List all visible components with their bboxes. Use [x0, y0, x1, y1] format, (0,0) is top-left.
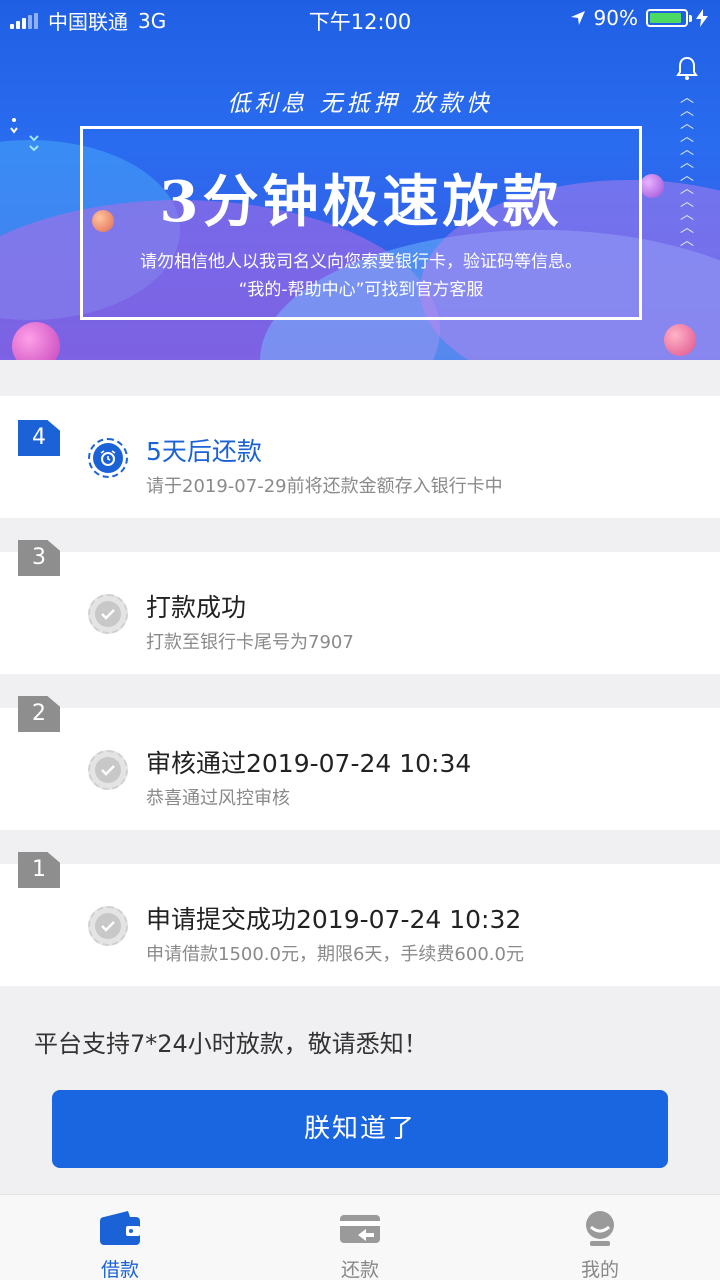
tab-label: 还款	[340, 1259, 379, 1280]
step-number-badge: 1	[18, 852, 60, 888]
timeline-step-4: 4 5天后还款 请于2019-07-29前将还款金额存入银行卡中	[0, 396, 720, 518]
tab-label: 借款	[100, 1259, 139, 1280]
step-title: 5天后还款	[146, 437, 262, 466]
step-number-badge: 2	[18, 696, 60, 732]
banner-help-center-hint: “我的-帮助中心”可找到官方客服	[238, 280, 484, 300]
step-title: 申请提交成功2019-07-24 10:32	[146, 905, 522, 934]
banner-headline: 3分钟极速放款	[159, 169, 563, 235]
decor-ball	[640, 174, 664, 198]
scroll-up-hint-icon: ︿ ︿ ︿ ︿ ︿ ︿ ︿ ︿ ︿ ︿ ︿ ︿	[680, 90, 694, 249]
step-number-badge: 3	[18, 540, 60, 576]
location-arrow-icon	[570, 11, 585, 25]
step-title: 审核通过2019-07-24 10:34	[146, 749, 472, 778]
step-subtitle: 申请借款1500.0元，期限6天，手续费600.0元	[146, 944, 524, 965]
bottom-tab-bar: 借款 还款 我的	[0, 1194, 720, 1280]
step-title: 打款成功	[146, 593, 247, 622]
status-bar: 中国联通 3G 下午12:00 90%	[0, 0, 720, 36]
charging-bolt-icon	[696, 9, 708, 27]
step-number-badge: 4	[18, 420, 60, 456]
battery-percent: 90%	[593, 6, 638, 30]
check-circle-icon	[88, 906, 128, 946]
tab-label: 我的	[580, 1259, 619, 1280]
user-icon	[586, 1211, 614, 1246]
timeline-step-3: 3 打款成功 打款至银行卡尾号为7907	[0, 540, 720, 674]
acknowledge-button[interactable]: 朕知道了	[52, 1090, 668, 1168]
check-circle-icon	[88, 750, 128, 790]
tab-mine[interactable]: 我的	[480, 1195, 720, 1280]
step-subtitle: 请于2019-07-29前将还款金额存入银行卡中	[146, 476, 503, 497]
alarm-clock-icon	[88, 438, 128, 478]
support-notice: 平台支持7*24小时放款，敬请悉知！	[34, 1030, 428, 1058]
battery-icon	[646, 9, 692, 27]
timeline-step-2: 2 审核通过2019-07-24 10:34 恭喜通过风控审核	[0, 696, 720, 830]
tab-repay[interactable]: 还款	[240, 1195, 480, 1280]
wallet-icon	[100, 1211, 140, 1245]
banner-frame: 3分钟极速放款 请勿相信他人以我司名义向您索要银行卡，验证码等信息。 “我的-帮…	[80, 126, 642, 320]
check-circle-icon	[88, 594, 128, 634]
tab-borrow[interactable]: 借款	[0, 1195, 240, 1280]
promo-banner[interactable]: 低利息 无抵押 放款快 3分钟极速放款 请勿相信他人以我司名义向您索要银行卡，验…	[0, 0, 720, 360]
decor-arrows-icon	[10, 118, 39, 152]
step-subtitle: 打款至银行卡尾号为7907	[146, 632, 354, 653]
banner-notice: 请勿相信他人以我司名义向您索要银行卡，验证码等信息。	[140, 252, 582, 272]
timeline-step-1: 1 申请提交成功2019-07-24 10:32 申请借款1500.0元，期限6…	[0, 852, 720, 986]
bell-icon[interactable]	[676, 56, 698, 82]
decor-ball	[664, 324, 696, 356]
step-subtitle: 恭喜通过风控审核	[146, 788, 290, 809]
banner-tagline: 低利息 无抵押 放款快	[227, 91, 493, 117]
repay-card-icon	[340, 1215, 380, 1243]
